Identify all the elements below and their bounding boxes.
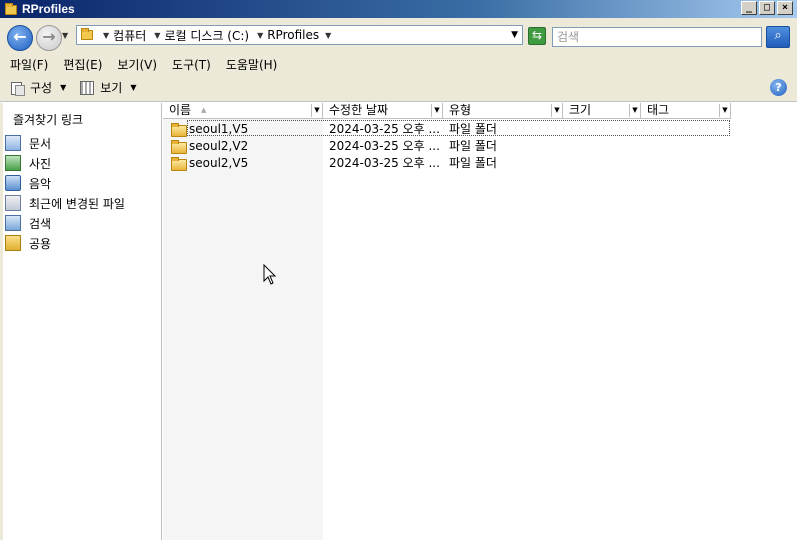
file-date: 2024-03-25 오후 ... [329, 139, 440, 153]
file-type: 파일 폴더 [449, 122, 497, 136]
organize-button[interactable]: 구성 ▼ [10, 79, 66, 96]
file-date: 2024-03-25 오후 ... [329, 122, 440, 136]
search-input[interactable]: 검색 [552, 27, 762, 47]
menu-help[interactable]: 도움말(H) [226, 56, 278, 73]
menu-view[interactable]: 보기(V) [117, 56, 157, 73]
favorite-links-list: 문서 사진 음악 최근에 변경된 파일 검색 공용 [5, 133, 125, 253]
window-title: RProfiles [22, 2, 75, 16]
close-button[interactable]: × [777, 1, 793, 15]
navigation-pane: 즐겨찾기 링크 문서 사진 음악 최근에 변경된 파일 검색 공용 [0, 103, 162, 540]
column-header-date-modified[interactable]: 수정한 날짜 ▼ [323, 103, 443, 119]
back-button[interactable]: ← [7, 25, 33, 51]
table-row[interactable]: seoul2,V2 2024-03-25 오후 ... 파일 폴더 [163, 137, 563, 154]
address-bar[interactable]: ▼ 컴퓨터 ▼ 로컬 디스크 (C:) ▼ RProfiles ▼ ▼ [76, 25, 523, 45]
table-row[interactable]: seoul2,V5 2024-03-25 오후 ... 파일 폴더 [163, 154, 563, 171]
breadcrumb-computer[interactable]: ▼ 컴퓨터 [103, 27, 146, 44]
views-icon [80, 80, 95, 95]
chevron-down-icon: ▼ [130, 83, 137, 92]
folder-icon [171, 156, 187, 171]
column-headers: 이름 ▲ ▼ 수정한 날짜 ▼ 유형 ▼ 크기 ▼ 태그 ▼ [163, 103, 731, 119]
views-button[interactable]: 보기 ▼ [80, 79, 137, 96]
recent-files-icon [5, 195, 21, 211]
table-row[interactable]: seoul1,V5 2024-03-25 오후 ... 파일 폴더 [163, 120, 730, 137]
folder-icon [171, 122, 187, 137]
back-arrow-icon: ← [13, 27, 27, 46]
column-filter-dropdown[interactable]: ▼ [551, 104, 562, 117]
menu-bar: 파일(F) 편집(E) 보기(V) 도구(T) 도움말(H) [0, 54, 797, 74]
nav-item-searches[interactable]: 검색 [5, 213, 125, 233]
organize-icon [10, 81, 25, 96]
forward-arrow-icon: → [42, 27, 56, 46]
file-type: 파일 폴더 [449, 139, 497, 153]
folder-icon [5, 3, 17, 15]
address-toolbar: ← → ▼ ▼ 컴퓨터 ▼ 로컬 디스크 (C:) ▼ RProfiles ▼ ▼ ⇆ … [0, 18, 797, 54]
command-toolbar: 구성 ▼ 보기 ▼ ? [0, 74, 797, 102]
file-name: seoul2,V2 [189, 138, 249, 153]
file-date: 2024-03-25 오후 ... [329, 156, 440, 170]
folder-icon [171, 139, 187, 154]
recent-pages-dropdown[interactable]: ▼ [62, 31, 68, 40]
file-type: 파일 폴더 [449, 156, 497, 170]
pictures-icon [5, 155, 21, 171]
public-folder-icon [5, 235, 21, 251]
chevron-down-icon: ▼ [325, 30, 332, 40]
column-filter-dropdown[interactable]: ▼ [311, 104, 322, 117]
file-name: seoul1,V5 [189, 121, 249, 136]
documents-icon [5, 135, 21, 151]
help-button[interactable]: ? [770, 79, 787, 96]
breadcrumb-rprofiles[interactable]: ▼ RProfiles ▼ [257, 28, 335, 42]
searches-icon [5, 215, 21, 231]
chevron-down-icon: ▼ [257, 30, 264, 40]
column-header-tags[interactable]: 태그 ▼ [641, 103, 731, 119]
column-header-type[interactable]: 유형 ▼ [443, 103, 563, 119]
file-list-view[interactable]: 이름 ▲ ▼ 수정한 날짜 ▼ 유형 ▼ 크기 ▼ 태그 ▼ seoul1,V5 [163, 103, 797, 540]
maximize-button[interactable]: □ [759, 1, 775, 15]
menu-tools[interactable]: 도구(T) [172, 56, 211, 73]
mouse-cursor-icon [263, 264, 277, 285]
column-filter-dropdown[interactable]: ▼ [629, 104, 640, 117]
nav-item-music[interactable]: 음악 [5, 173, 125, 193]
chevron-down-icon: ▼ [60, 83, 67, 92]
title-bar[interactable]: RProfiles _ □ × [0, 0, 797, 18]
minimize-button[interactable]: _ [741, 1, 757, 15]
nav-item-recent-files[interactable]: 최근에 변경된 파일 [5, 193, 125, 213]
menu-file[interactable]: 파일(F) [10, 56, 48, 73]
nav-item-public[interactable]: 공용 [5, 233, 125, 253]
menu-edit[interactable]: 편집(E) [63, 56, 102, 73]
address-dropdown-icon[interactable]: ▼ [511, 30, 518, 40]
address-folder-icon [81, 28, 95, 42]
column-header-name[interactable]: 이름 ▲ ▼ [163, 103, 323, 119]
help-icon: ? [775, 81, 782, 94]
column-header-size[interactable]: 크기 ▼ [563, 103, 641, 119]
refresh-button[interactable]: ⇆ [528, 27, 546, 45]
favorite-links-header: 즐겨찾기 링크 [13, 113, 84, 127]
search-button[interactable]: ⌕ [766, 26, 790, 48]
sorted-column-highlight [163, 119, 323, 540]
chevron-down-icon: ▼ [103, 30, 110, 40]
nav-item-documents[interactable]: 문서 [5, 133, 125, 153]
file-name: seoul2,V5 [189, 155, 249, 170]
forward-button[interactable]: → [36, 25, 62, 51]
file-rows: seoul1,V5 2024-03-25 오후 ... 파일 폴더 seoul2… [163, 120, 730, 171]
search-icon: ⌕ [774, 28, 782, 43]
breadcrumb-local-disk[interactable]: ▼ 로컬 디스크 (C:) [154, 27, 249, 44]
sort-ascending-icon: ▲ [201, 106, 207, 114]
column-filter-dropdown[interactable]: ▼ [719, 104, 730, 117]
chevron-down-icon: ▼ [154, 30, 161, 40]
refresh-icon: ⇆ [531, 28, 543, 42]
music-icon [5, 175, 21, 191]
column-filter-dropdown[interactable]: ▼ [431, 104, 442, 117]
nav-item-pictures[interactable]: 사진 [5, 153, 125, 173]
